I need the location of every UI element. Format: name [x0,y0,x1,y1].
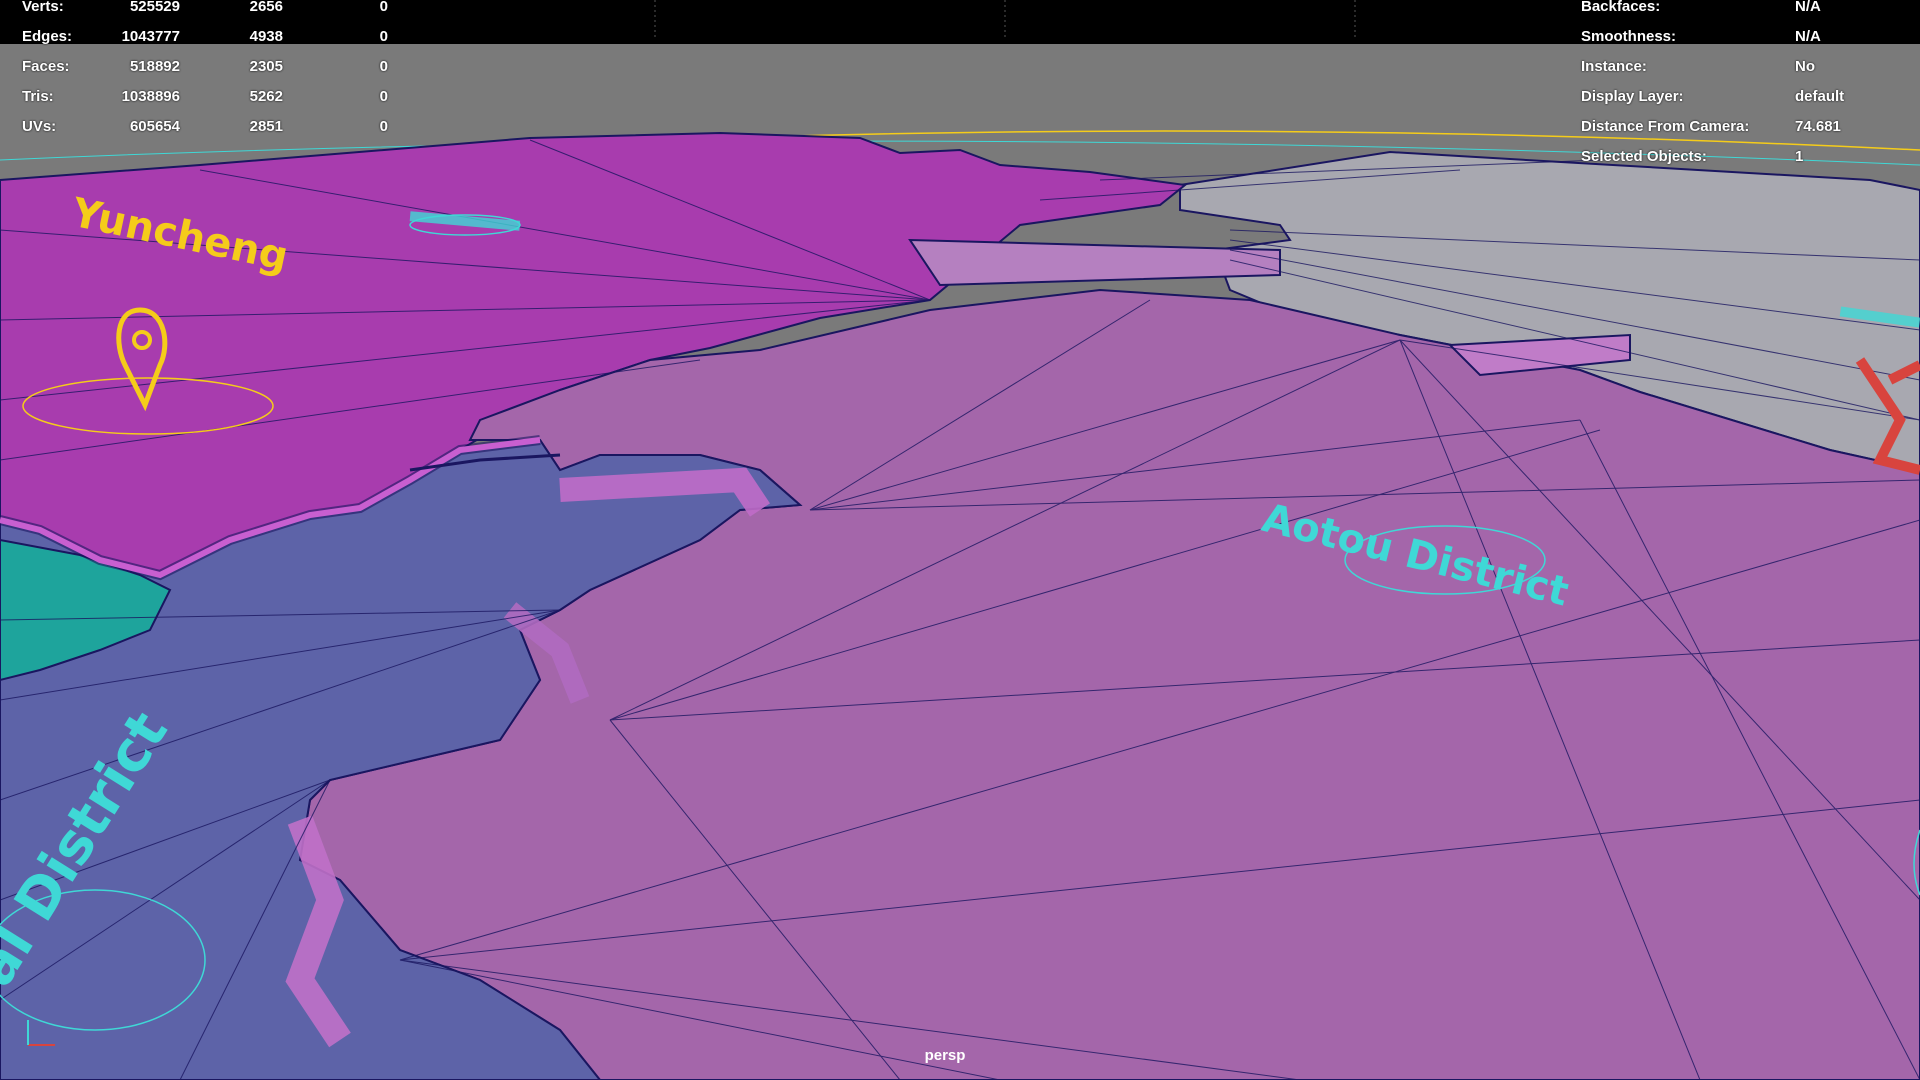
info-label: Selected Objects: [1581,148,1707,165]
stats-row: UVs: 605654 2851 0 [22,118,422,138]
info-label: Distance From Camera: [1581,118,1750,135]
stats-label: Edges: [22,28,73,45]
info-row: Smoothness: N/A [1581,28,1911,48]
stats-value: 0 [379,88,388,105]
stats-value: 0 [379,58,388,75]
info-value: default [1795,88,1845,105]
info-value: 74.681 [1795,118,1841,135]
info-value: No [1795,58,1815,75]
stats-row: Verts: 525529 2656 0 [22,0,422,18]
info-row: Instance: No [1581,58,1911,78]
camera-name-label: persp [924,1047,966,1064]
stats-value: 525529 [129,0,180,15]
info-value: 1 [1795,148,1804,165]
stats-value: 0 [379,0,388,15]
stats-value: 518892 [129,58,180,75]
stats-row: Tris: 1038896 5262 0 [22,88,422,108]
stats-label: UVs: [22,118,57,135]
info-row: Selected Objects: 1 [1581,148,1911,168]
stats-value: 5262 [249,88,283,105]
stats-label: Tris: [22,88,54,105]
info-label: Smoothness: [1581,28,1677,45]
stats-value: 1043777 [121,28,180,45]
info-row: Display Layer: default [1581,88,1911,108]
perspective-viewport[interactable]: Yuncheng Aotou District al District Vert… [0,0,1920,1080]
info-label: Backfaces: [1581,0,1661,15]
poly-count-hud: Verts: 525529 2656 0 Edges: 1043777 4938 0 Faces… [0,0,420,140]
stats-value: 0 [379,118,388,135]
info-row: Distance From Camera: 74.681 [1581,118,1911,138]
stats-row: Faces: 518892 2305 0 [22,58,422,78]
stats-value: 2305 [249,58,283,75]
stats-value: 605654 [129,118,180,135]
info-label: Instance: [1581,58,1647,75]
stats-value: 0 [379,28,388,45]
info-value: N/A [1795,28,1821,45]
stats-value: 2851 [249,118,283,135]
stats-row: Edges: 1043777 4938 0 [22,28,422,48]
info-value: N/A [1795,0,1821,15]
info-row: Backfaces: N/A [1581,0,1911,18]
region-purple[interactable] [298,288,1920,1080]
stats-value: 4938 [249,28,283,45]
info-label: Display Layer: [1581,88,1684,105]
stats-value: 2656 [249,0,283,15]
object-info-hud: Backfaces: N/A Smoothness: N/A Instance: No Di… [1570,0,1910,170]
stats-label: Verts: [22,0,64,15]
stats-value: 1038896 [121,88,180,105]
stats-label: Faces: [22,58,70,75]
